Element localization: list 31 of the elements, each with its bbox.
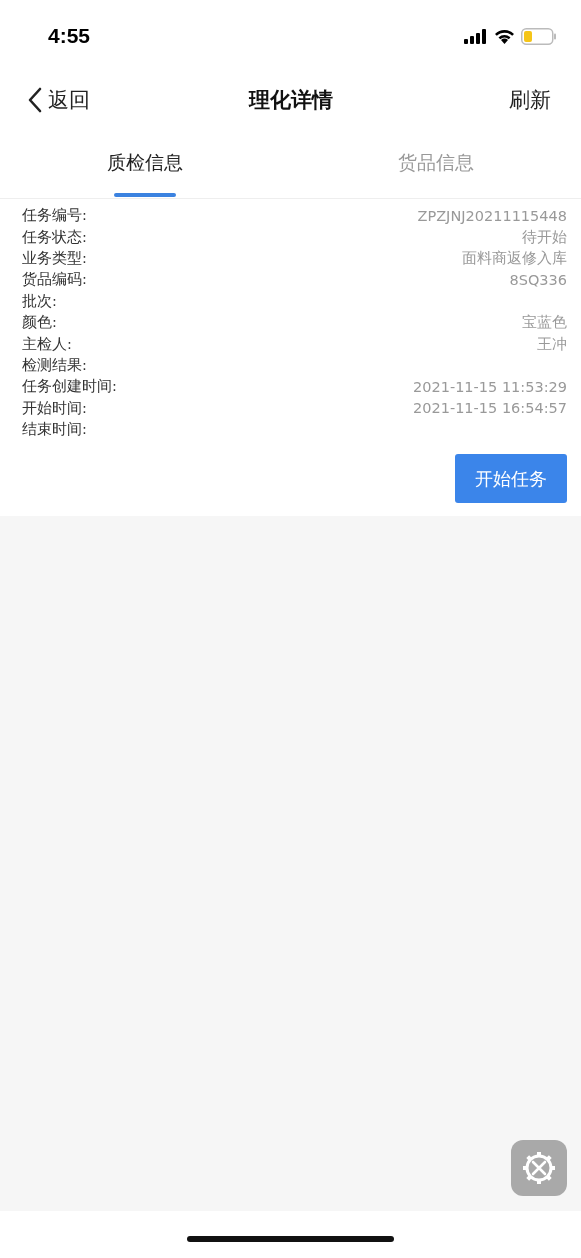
gear-tools-icon — [520, 1149, 558, 1187]
back-chevron-icon — [28, 87, 42, 113]
field-label: 任务编号: — [22, 206, 87, 226]
field-label: 颜色: — [22, 313, 57, 333]
start-task-button[interactable]: 开始任务 — [455, 454, 567, 504]
field-value: 待开始 — [522, 227, 567, 247]
field-label: 货品编码: — [22, 270, 87, 290]
back-button[interactable]: 返回 — [28, 86, 90, 114]
tools-button[interactable] — [511, 1140, 567, 1196]
tab[interactable]: 质检信息 — [0, 128, 291, 198]
field-value: 宝蓝色 — [522, 313, 567, 333]
field-label: 主检人: — [22, 334, 72, 354]
field-value: 面料商返修入库 — [462, 248, 567, 268]
field-value: 2021-11-15 11:53:29 — [413, 378, 567, 395]
signal-icon — [464, 28, 488, 44]
field-label: 检测结果: — [22, 355, 87, 375]
field-label: 任务状态: — [22, 227, 87, 247]
field-label: 开始时间: — [22, 398, 87, 418]
status-time: 4:55 — [48, 24, 91, 48]
field-value: 2021-11-15 16:54:57 — [413, 400, 567, 417]
field-value: 8SQ336 — [509, 271, 567, 288]
field-label: 任务创建时间: — [22, 377, 117, 397]
field-label: 批次: — [22, 291, 57, 311]
field-value: 王冲 — [537, 334, 567, 354]
field-label: 业务类型: — [22, 248, 87, 268]
field-value: ZPZJNJ20211115448 — [417, 207, 567, 224]
refresh-button[interactable]: 刷新 — [509, 86, 551, 114]
wifi-icon — [494, 28, 515, 44]
field-label: 结束时间: — [22, 420, 87, 440]
battery-icon — [521, 27, 557, 45]
page-title: 理化详情 — [248, 88, 333, 112]
